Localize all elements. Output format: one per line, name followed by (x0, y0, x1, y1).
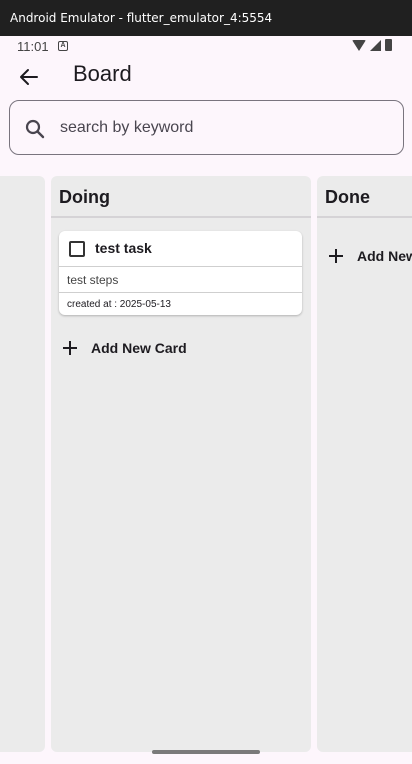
plus-icon (63, 341, 77, 355)
add-new-card-button[interactable]: Add New (329, 244, 412, 268)
column-header: Doing (51, 176, 311, 218)
app-bar: Board (0, 56, 412, 96)
back-arrow-icon (20, 69, 38, 85)
status-bar: 11:01 A (0, 36, 412, 56)
window-title: Android Emulator - flutter_emulator_4:55… (10, 11, 273, 25)
status-icons (352, 39, 392, 51)
status-time: 11:01 (17, 39, 49, 54)
column-title: Done (325, 187, 370, 207)
plus-icon (329, 249, 343, 263)
task-checkbox[interactable] (69, 241, 85, 257)
card-title: test task (95, 240, 152, 256)
card-header: test task (59, 231, 302, 267)
board-column-done: Done Add New (317, 176, 412, 752)
wifi-icon (352, 39, 366, 51)
card-steps: test steps (59, 267, 302, 293)
search-bar[interactable] (9, 100, 404, 155)
emulator-titlebar: Android Emulator - flutter_emulator_4:55… (0, 0, 412, 36)
signal-icon (370, 39, 381, 51)
card-steps-text: test steps (67, 273, 119, 287)
search-input[interactable] (60, 111, 390, 145)
add-new-card-label: Add New (357, 248, 412, 264)
phone-screen: 11:01 A Board Doing test t (0, 36, 412, 764)
board-column-previous (0, 176, 45, 752)
gesture-handle[interactable] (152, 750, 260, 754)
battery-icon (385, 39, 392, 51)
search-icon (25, 119, 45, 139)
back-button[interactable] (14, 62, 44, 92)
page-title: Board (73, 61, 132, 86)
card-created-date: created at : 2025-05-13 (67, 299, 171, 310)
add-new-card-button[interactable]: Add New Card (63, 336, 187, 360)
add-new-card-label: Add New Card (91, 340, 187, 356)
column-header: Done (317, 176, 412, 218)
task-card[interactable]: test task test steps created at : 2025-0… (59, 231, 302, 315)
board-column-doing: Doing test task test steps created at : … (51, 176, 311, 752)
column-title: Doing (59, 187, 110, 207)
notification-a-icon: A (58, 41, 68, 51)
